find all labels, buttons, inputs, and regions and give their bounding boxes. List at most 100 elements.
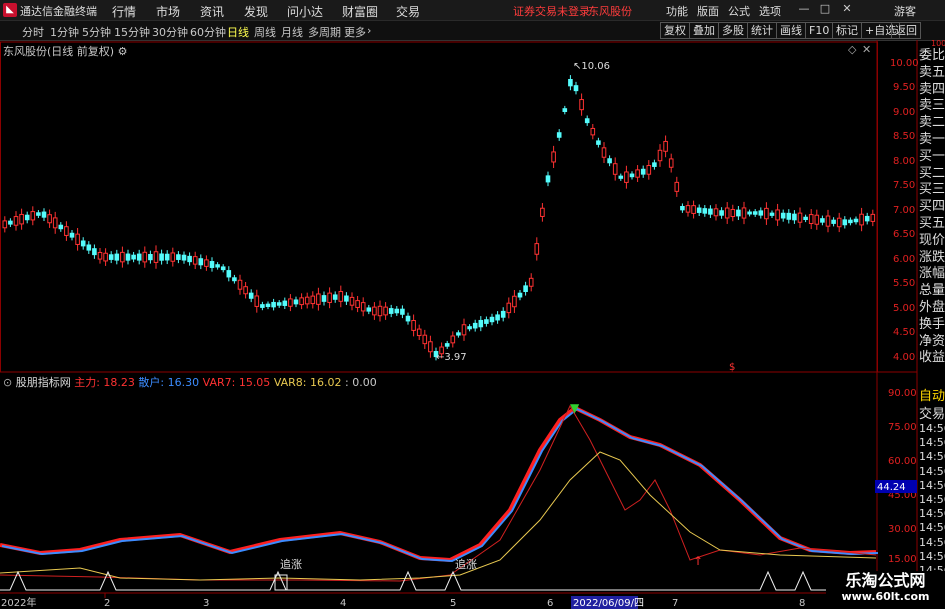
- candle-body: [181, 254, 187, 261]
- multi-stock-button[interactable]: 多股: [718, 22, 748, 39]
- y-tick: 4.50: [893, 327, 915, 338]
- candle-body: [52, 217, 58, 229]
- period-daily[interactable]: 日线: [227, 24, 249, 40]
- candle-body: [159, 253, 164, 261]
- main-force-line: [0, 405, 877, 563]
- candle-body: [456, 332, 461, 336]
- candle-body: [713, 208, 719, 217]
- adjust-button[interactable]: 复权: [660, 22, 690, 39]
- candle-body: [316, 293, 321, 305]
- side-time: 14:56: [919, 450, 945, 464]
- y-tick: 6.50: [893, 229, 915, 240]
- candle-body: [86, 244, 92, 251]
- high-price-marker: ↖10.06: [573, 61, 610, 72]
- menu-formula[interactable]: 公式: [728, 3, 750, 19]
- diamond-icon[interactable]: ◇: [848, 43, 856, 56]
- low-price-marker: ←3.97: [436, 352, 467, 363]
- period-15min[interactable]: 15分钟: [114, 24, 150, 40]
- candle-body: [556, 132, 562, 138]
- x-tick: 4: [340, 598, 346, 609]
- settings-gear-icon[interactable]: ⚙: [118, 45, 128, 58]
- candle-body: [747, 211, 752, 215]
- chevron-right-icon[interactable]: ›: [367, 24, 371, 37]
- candle-body: [209, 261, 215, 268]
- candle-body: [523, 285, 528, 292]
- title-stock-name: 东风股份: [588, 5, 632, 18]
- y-tick: 9.00: [893, 107, 915, 118]
- period-60min[interactable]: 60分钟: [190, 24, 226, 40]
- candle-body: [853, 218, 859, 223]
- minimize-icon[interactable]: —: [797, 2, 811, 16]
- candle-body: [80, 240, 86, 247]
- candle-body: [13, 216, 19, 226]
- side-lower-item[interactable]: 交易: [919, 403, 945, 422]
- candle-body: [237, 279, 243, 290]
- period-multi[interactable]: 多周期: [308, 24, 341, 40]
- back-button[interactable]: 返回: [891, 22, 921, 39]
- var7-line: [0, 404, 877, 582]
- indicator-settings-icon[interactable]: ⊙: [3, 376, 12, 389]
- candle-body: [366, 307, 372, 312]
- menu-functions[interactable]: 功能: [666, 3, 688, 19]
- y-tick: 10.00: [890, 58, 919, 69]
- candle-body: [394, 308, 400, 314]
- menu-layout[interactable]: 版面: [697, 3, 719, 19]
- login-notice[interactable]: 证券交易未登录: [513, 3, 590, 19]
- period-timeshare[interactable]: 分时: [22, 24, 44, 40]
- menu-market-quotes[interactable]: 行情: [112, 3, 136, 20]
- menu-news[interactable]: 资讯: [200, 3, 224, 20]
- period-monthly[interactable]: 月线: [281, 24, 303, 40]
- ind-y-tick: 75.00: [888, 422, 917, 433]
- period-5min[interactable]: 5分钟: [82, 24, 111, 40]
- candle-body: [495, 314, 500, 321]
- candle-body: [730, 208, 736, 218]
- draw-button[interactable]: 画线: [776, 22, 806, 39]
- candle-body: [125, 253, 131, 261]
- candle-body: [176, 254, 181, 260]
- menu-options[interactable]: 选项: [759, 3, 781, 19]
- candle-body: [114, 253, 120, 261]
- candle-body: [310, 295, 316, 305]
- ind-y-tick: 60.00: [888, 456, 917, 467]
- statistics-button[interactable]: 统计: [747, 22, 777, 39]
- candle-body: [797, 212, 803, 223]
- candle-body: [680, 206, 685, 211]
- candle-body: [355, 300, 360, 308]
- menu-wenxiaoda[interactable]: 问小达: [287, 3, 323, 20]
- guest-user[interactable]: 游客: [894, 3, 916, 19]
- candle-body: [299, 297, 304, 306]
- menu-market[interactable]: 市场: [156, 3, 180, 20]
- green-arrow-icon: ▼: [570, 401, 580, 415]
- candle-body: [814, 214, 820, 225]
- candle-body: [635, 169, 640, 178]
- title-bar: ◣ 通达信金融终端 行情 市场 资讯 发现 问小达 财富圈 交易 证券交易未登录…: [0, 0, 945, 21]
- menu-wealth-circle[interactable]: 财富圈: [342, 3, 378, 20]
- chart-close-icon[interactable]: ✕: [862, 43, 871, 56]
- menu-trade[interactable]: 交易: [396, 3, 420, 20]
- candle-body: [590, 127, 596, 136]
- y-tick: 7.50: [893, 180, 915, 191]
- highlight-date: 2022/06/09/四: [573, 598, 644, 609]
- period-weekly[interactable]: 周线: [254, 24, 276, 40]
- candle-body: [276, 302, 282, 306]
- candle-body: [870, 213, 876, 222]
- candle-body: [450, 335, 456, 344]
- period-30min[interactable]: 30分钟: [152, 24, 188, 40]
- candle-body: [528, 277, 534, 287]
- candle-body: [260, 304, 265, 308]
- maximize-icon[interactable]: □: [818, 2, 832, 16]
- candle-body: [304, 296, 310, 305]
- overlay-button[interactable]: 叠加: [689, 22, 719, 39]
- side-time: 14:56: [919, 507, 945, 521]
- f10-button[interactable]: F10: [805, 22, 834, 39]
- candle-body: [764, 207, 769, 220]
- side-lower-item[interactable]: 自动: [919, 385, 945, 404]
- field-retail: 散户: 16.30: [138, 376, 200, 389]
- period-1min[interactable]: 1分钟: [50, 24, 79, 40]
- menu-discover[interactable]: 发现: [244, 3, 268, 20]
- period-more[interactable]: 更多: [344, 24, 366, 40]
- mark-button[interactable]: 标记: [832, 22, 862, 39]
- close-icon[interactable]: ✕: [840, 2, 854, 16]
- candle-body: [360, 302, 366, 312]
- red-arrow-icon: ↑: [693, 554, 703, 568]
